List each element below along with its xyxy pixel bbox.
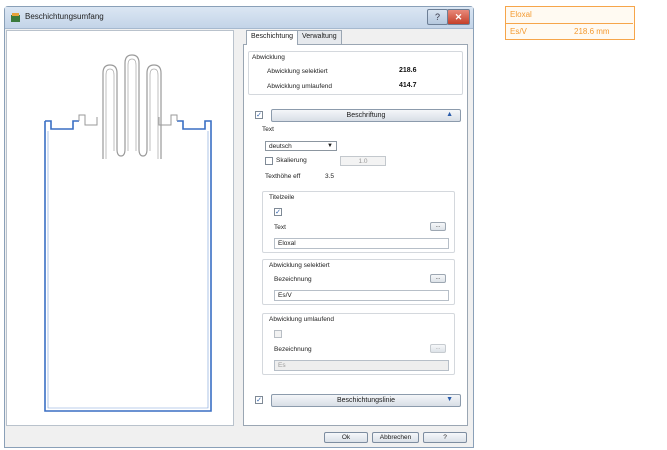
beschichtungslinie-header: Beschichtungslinie: [337, 397, 395, 404]
help-button-label: ?: [443, 434, 447, 441]
titelzeile-text-value: Eloxal: [278, 240, 296, 247]
umlaufend-checkbox[interactable]: [274, 330, 282, 338]
skalierung-value: 1.0: [358, 158, 368, 165]
titelzeile-text-label: Text: [274, 224, 286, 231]
tab-beschichtung-label: Beschichtung: [251, 33, 294, 40]
selektiert-bezeichnung-label: Bezeichnung: [274, 276, 312, 283]
profile-outline: [44, 120, 212, 412]
window-title: Beschichtungsumfang: [25, 12, 104, 21]
selektiert-browse-label: ...: [435, 275, 441, 281]
umlaufend-title: Abwicklung umlaufend: [269, 316, 335, 323]
title-bar[interactable]: Beschichtungsumfang ? ✕: [5, 7, 473, 29]
cancel-button-label: Abbrechen: [379, 434, 412, 441]
flange-right: [158, 114, 178, 126]
umlaufend-bezeichnung-input[interactable]: Es: [274, 360, 449, 371]
chevron-down-icon: ▼: [446, 396, 453, 403]
fork-inner: [105, 58, 159, 159]
beschriftung-expander[interactable]: Beschriftung ▲: [271, 109, 461, 122]
selektiert-title: Abwicklung selektiert: [269, 262, 330, 269]
titelzeile-text-input[interactable]: Eloxal: [274, 238, 449, 249]
label-preview-line2-left: Es/V: [510, 27, 527, 36]
abwicklung-selektiert-value: 218.6: [399, 67, 417, 74]
umlaufend-browse-label: ...: [435, 345, 441, 351]
abwicklung-selektiert-label: Abwicklung selektiert: [267, 68, 328, 75]
umlaufend-group: Abwicklung umlaufend Bezeichnung ... Es: [262, 313, 455, 375]
beschriftung-header: Beschriftung: [346, 112, 386, 119]
label-preview-line2-right: 218.6 mm: [574, 27, 610, 36]
text-section-label: Text: [262, 126, 274, 133]
profile-inner: [47, 131, 209, 409]
beschichtungslinie-expander[interactable]: Beschichtungslinie ▼: [271, 394, 461, 407]
help-button[interactable]: ?: [423, 432, 467, 443]
selektiert-browse-button[interactable]: ...: [430, 274, 446, 283]
titelzeile-group: Titelzeile ✓ Text ... Eloxal: [262, 191, 455, 253]
umlaufend-bezeichnung-label: Bezeichnung: [274, 346, 312, 353]
skalierung-label: Skalierung: [276, 157, 307, 164]
titelzeile-check-mark: ✓: [275, 208, 281, 216]
language-select[interactable]: deutsch ▼: [265, 141, 337, 151]
tab-beschichtung[interactable]: Beschichtung: [246, 30, 299, 45]
selektiert-group: Abwicklung selektiert Bezeichnung ... Es…: [262, 259, 455, 305]
texthoehe-label: Texthöhe eff: [265, 173, 301, 180]
skalierung-checkbox[interactable]: [265, 157, 273, 165]
umlaufend-browse-button[interactable]: ...: [430, 344, 446, 353]
help-title-button[interactable]: ?: [427, 9, 448, 25]
abwicklung-umlaufend-label: Abwicklung umlaufend: [267, 83, 333, 90]
flange-left: [78, 114, 98, 126]
dropdown-arrow-icon: ▼: [327, 143, 333, 149]
titelzeile-browse-label: ...: [435, 223, 441, 229]
umlaufend-bezeichnung-value: Es: [278, 362, 286, 369]
chevron-up-icon: ▲: [446, 111, 453, 118]
language-select-value: deutsch: [269, 143, 292, 150]
close-icon: ✕: [454, 11, 463, 22]
selektiert-bezeichnung-value: Es/V: [278, 292, 292, 299]
beschichtungslinie-checkbox[interactable]: ✓: [255, 396, 263, 404]
label-preview-line1: Eloxal: [510, 10, 532, 19]
profile-drawing: [44, 54, 212, 412]
tab-verwaltung[interactable]: Verwaltung: [297, 30, 342, 44]
beschriftung-check-mark: ✓: [256, 111, 262, 119]
label-preview-divider: [506, 23, 633, 24]
tab-verwaltung-label: Verwaltung: [302, 33, 337, 40]
abwicklung-group: Abwicklung Abwicklung selektiert 218.6 A…: [248, 51, 463, 95]
titelzeile-browse-button[interactable]: ...: [430, 222, 446, 231]
selektiert-bezeichnung-input[interactable]: Es/V: [274, 290, 449, 301]
beschriftung-checkbox[interactable]: ✓: [255, 111, 263, 119]
label-preview: Eloxal Es/V 218.6 mm: [505, 6, 635, 40]
close-button[interactable]: ✕: [447, 9, 470, 25]
app-icon: [11, 13, 20, 22]
texthoehe-value: 3.5: [325, 173, 335, 180]
profile-preview: [6, 30, 234, 426]
cancel-button[interactable]: Abbrechen: [372, 432, 419, 443]
abwicklung-umlaufend-value: 414.7: [399, 82, 417, 89]
help-title-glyph: ?: [434, 12, 440, 22]
titelzeile-checkbox[interactable]: ✓: [274, 208, 282, 216]
ok-button[interactable]: Ok: [324, 432, 368, 443]
fork-outline: [102, 54, 162, 159]
ok-button-label: Ok: [341, 434, 351, 441]
tab-panel: Abwicklung Abwicklung selektiert 218.6 A…: [243, 44, 468, 426]
beschichtungslinie-check-mark: ✓: [256, 396, 262, 404]
abwicklung-title: Abwicklung: [252, 54, 285, 61]
titelzeile-title: Titelzeile: [269, 194, 295, 201]
skalierung-input[interactable]: 1.0: [340, 156, 386, 166]
